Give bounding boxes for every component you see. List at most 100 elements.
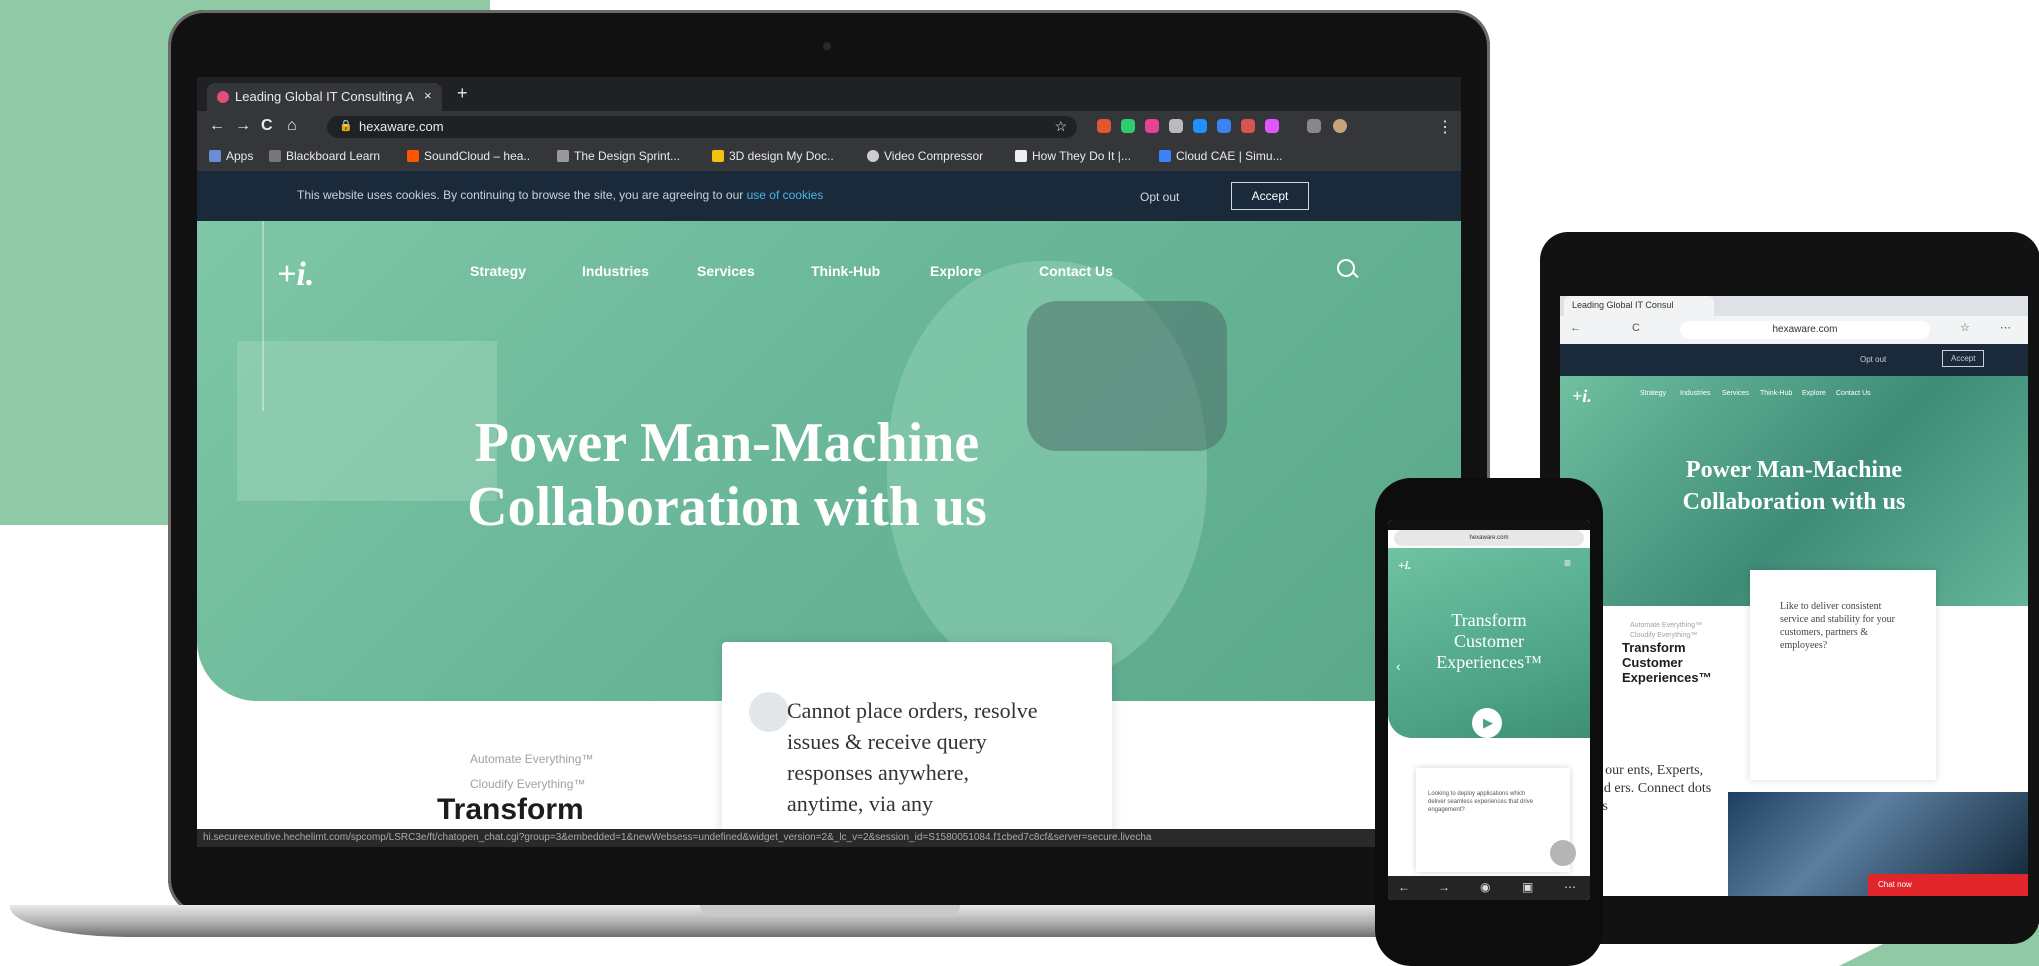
nav-think-hub[interactable]: Think-Hub <box>811 263 880 279</box>
more-icon[interactable]: ⋯ <box>2000 321 2011 334</box>
address-bar[interactable]: 🔒 hexaware.com ☆ <box>327 116 1077 138</box>
feature-card-text: Cannot place orders, resolve issues & re… <box>787 698 1038 816</box>
chat-now-button[interactable]: Chat now <box>1868 874 2028 896</box>
nav-strategy[interactable]: Strategy <box>470 263 526 279</box>
forward-icon[interactable]: → <box>1438 880 1450 894</box>
tablet-feature-card-text: Like to deliver consistent service and s… <box>1780 601 1895 651</box>
bookmark-item[interactable]: SoundCloud – hea.. <box>407 149 530 163</box>
bookmark-item[interactable]: 3D design My Doc.. <box>712 149 834 163</box>
forward-icon[interactable]: → <box>235 117 251 135</box>
bookmark-item[interactable]: The Design Sprint... <box>557 149 680 163</box>
menu-kebab-icon[interactable]: ⋮ <box>1437 117 1453 137</box>
extension-icon[interactable] <box>1265 119 1279 133</box>
extension-icon[interactable] <box>1241 119 1255 133</box>
bookmark-item[interactable]: Blackboard Learn <box>269 149 380 163</box>
bookmark-apps[interactable]: Apps <box>209 149 253 163</box>
soundcloud-icon <box>407 150 419 162</box>
laptop-screen: Leading Global IT Consulting A × + ← → C… <box>197 77 1461 847</box>
tablet-hero-title: Power Man-Machine Collaboration with us <box>1682 457 1906 515</box>
nav-contact-us[interactable]: Contact Us <box>1836 390 1871 397</box>
reload-icon[interactable]: C <box>1632 322 1640 334</box>
section-heading: Transform <box>437 793 584 826</box>
nav-think-hub[interactable]: Think-Hub <box>1760 390 1792 397</box>
phone-browser-nav: ← → ◉ ▣ ⋯ <box>1388 876 1590 900</box>
tablet-browser-tab[interactable]: Leading Global IT Consul <box>1564 296 1714 316</box>
cookie-policy-link[interactable]: use of cookies <box>747 188 824 202</box>
chat-avatar[interactable] <box>1550 840 1576 866</box>
more-icon[interactable]: ⋯ <box>1564 880 1576 894</box>
bookmark-star-icon[interactable]: ☆ <box>1054 118 1067 135</box>
nav-services[interactable]: Services <box>697 263 755 279</box>
back-icon[interactable]: ← <box>1398 880 1410 894</box>
tablet-tab-title: Leading Global IT Consul <box>1572 300 1674 310</box>
home-icon[interactable]: ⌂ <box>287 117 297 135</box>
opt-out-button[interactable]: Opt out <box>1140 190 1179 204</box>
bookmark-icon <box>1015 150 1027 162</box>
extension-icon[interactable] <box>1193 119 1207 133</box>
tablet-section-heading: Transform Customer Experiences™ <box>1622 640 1712 685</box>
nav-industries[interactable]: Industries <box>582 263 649 279</box>
bookmark-star-icon[interactable]: ☆ <box>1960 321 1970 334</box>
tablet-toolbar: ← C hexaware.com ☆ ⋯ <box>1560 316 2028 344</box>
back-icon[interactable]: ← <box>1570 322 1581 334</box>
new-tab-button[interactable]: + <box>457 83 468 104</box>
tablet-address-bar[interactable]: hexaware.com <box>1680 321 1930 339</box>
accept-cookies-button[interactable]: Accept <box>1942 350 1985 367</box>
hero-title: Power Man-Machine Collaboration with us <box>467 412 987 538</box>
browser-tab[interactable]: Leading Global IT Consulting A × <box>207 83 442 111</box>
site-logo[interactable]: +i. <box>1572 386 1592 407</box>
play-icon: ▶ <box>1483 715 1493 730</box>
drive-icon <box>712 150 724 162</box>
tagline-cloudify: Cloudify Everything™ <box>1630 632 1698 639</box>
nav-industries[interactable]: Industries <box>1680 390 1710 397</box>
tabs-icon[interactable]: ▣ <box>1522 880 1533 894</box>
quote-icon <box>749 692 789 732</box>
back-icon[interactable]: ← <box>209 117 225 135</box>
nav-explore[interactable]: Explore <box>930 263 981 279</box>
hamburger-menu-icon[interactable]: ≡ <box>1564 556 1571 570</box>
close-tab-icon[interactable]: × <box>424 88 432 103</box>
hero-section: +i. Strategy Industries Services Think-H… <box>197 221 1461 701</box>
home-icon[interactable]: ◉ <box>1480 880 1490 894</box>
cookie-banner: This website uses cookies. By continuing… <box>197 171 1461 221</box>
nav-contact-us[interactable]: Contact Us <box>1039 263 1113 279</box>
bookmark-item[interactable]: Cloud CAE | Simu... <box>1159 149 1283 163</box>
extension-icon[interactable] <box>1217 119 1231 133</box>
bookmarks-bar: Apps Blackboard Learn SoundCloud – hea..… <box>197 143 1461 172</box>
phone-feature-card-text: Looking to deploy applications which del… <box>1428 791 1534 813</box>
bookmark-item[interactable]: How They Do It |... <box>1015 149 1131 163</box>
search-icon[interactable] <box>1337 259 1355 277</box>
reading-list-icon[interactable] <box>1307 119 1321 133</box>
laptop-base-groove <box>700 905 960 917</box>
site-logo[interactable]: +i. <box>277 256 314 294</box>
profile-avatar[interactable] <box>1333 119 1347 133</box>
apps-icon <box>209 150 221 162</box>
extension-icon[interactable] <box>1145 119 1159 133</box>
status-url: hi.secureexeutive.hechelimt.com/spcomp/L… <box>203 832 1152 843</box>
play-video-button[interactable]: ▶ <box>1472 708 1502 738</box>
phone-address-bar[interactable]: hexaware.com <box>1394 530 1584 546</box>
extension-icon[interactable] <box>1097 119 1111 133</box>
extension-icon[interactable] <box>1121 119 1135 133</box>
nav-strategy[interactable]: Strategy <box>1640 390 1666 397</box>
address-url: hexaware.com <box>359 119 444 134</box>
tablet-cookie-banner: Opt out Accept <box>1560 344 2028 376</box>
phone-status-bar <box>1388 520 1590 530</box>
browser-tab-bar: Leading Global IT Consulting A × + <box>197 77 1461 111</box>
site-logo[interactable]: +i. <box>1398 558 1411 573</box>
hero-divider <box>262 221 264 411</box>
accept-cookies-button[interactable]: Accept <box>1231 182 1309 210</box>
bookmark-icon <box>557 150 569 162</box>
bookmark-item[interactable]: Video Compressor <box>867 149 983 163</box>
phone-screen: hexaware.com +i. ≡ ‹ Transform Customer … <box>1388 520 1590 900</box>
laptop-camera <box>823 42 831 50</box>
tagline-automate: Automate Everything™ <box>1630 622 1702 629</box>
nav-services[interactable]: Services <box>1722 390 1749 397</box>
bookmark-icon <box>1159 150 1171 162</box>
extension-icon[interactable] <box>1169 119 1183 133</box>
phone-hero-title: Transform Customer Experiences™ <box>1436 610 1542 672</box>
nav-explore[interactable]: Explore <box>1802 390 1826 397</box>
reload-icon[interactable]: C <box>261 117 273 135</box>
opt-out-button[interactable]: Opt out <box>1860 355 1886 364</box>
phone-feature-card <box>1416 768 1570 872</box>
